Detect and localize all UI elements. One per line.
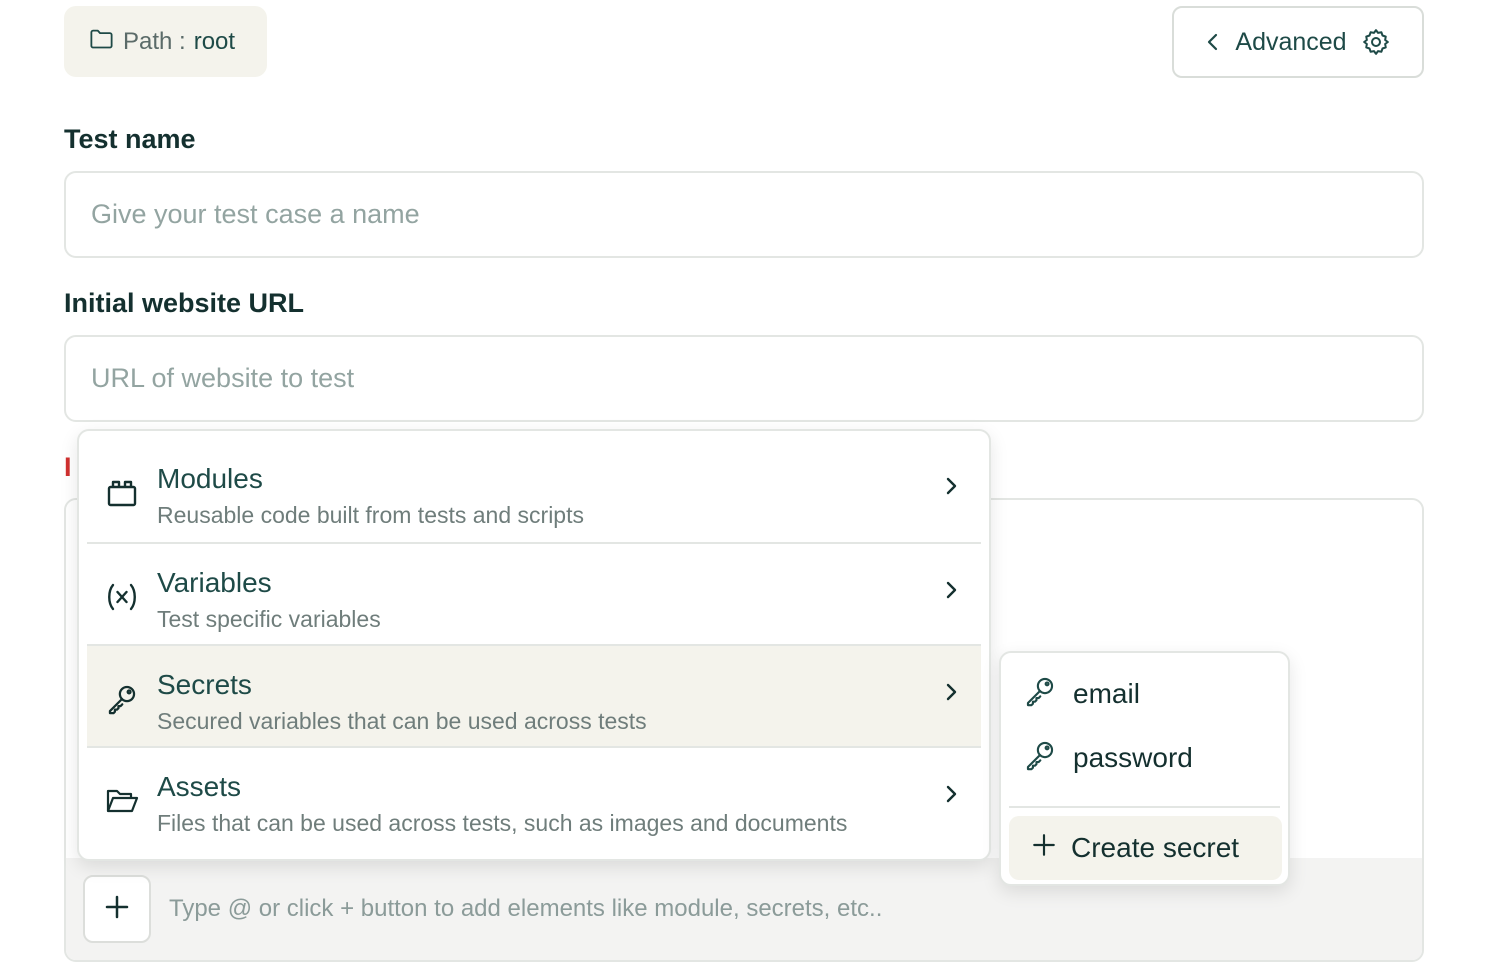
key-icon [103,680,141,718]
website-url-label: Initial website URL [64,288,305,318]
submenu-divider [1009,806,1280,808]
secret-item-label: password [1073,742,1193,773]
chevron-right-icon [943,782,959,811]
menu-item-description: Test specific variables [157,606,381,632]
chevron-right-icon [943,578,959,607]
gear-icon [1361,27,1391,57]
menu-item-title: Assets [157,771,242,802]
chevron-right-icon [943,474,959,503]
insert-menu: Modules Reusable code built from tests a… [77,429,991,861]
menu-item-assets[interactable]: Assets Files that can be used across tes… [87,746,981,848]
menu-item-title: Modules [157,463,263,494]
create-secret-label: Create secret [1071,832,1240,863]
secret-item-password[interactable]: password [1023,738,1193,778]
secret-item-email[interactable]: email [1023,674,1140,714]
path-value: root [193,27,236,55]
menu-item-variables[interactable]: Variables Test specific variables [87,542,981,644]
menu-item-description: Reusable code built from tests and scrip… [157,502,584,528]
editor-hint: Type @ or click + button to add elements… [169,895,883,922]
chevron-right-icon [943,680,959,709]
test-name-label: Test name [64,124,196,154]
chevron-left-icon [1205,31,1221,53]
menu-item-title: Secrets [157,669,252,700]
advanced-label: Advanced [1235,27,1347,56]
test-name-input[interactable] [64,171,1424,258]
secret-item-label: email [1073,678,1140,709]
key-icon [1023,674,1057,715]
advanced-button[interactable]: Advanced [1172,6,1424,78]
website-url-input[interactable] [64,335,1424,422]
create-secret-button[interactable]: Create secret [1009,816,1282,880]
path-chip[interactable]: Path : root [64,6,267,77]
variable-icon [103,578,141,616]
menu-item-description: Secured variables that can be used acros… [157,708,647,734]
plus-icon [1031,832,1057,865]
add-element-button[interactable] [83,875,151,943]
folder-open-icon [103,782,141,820]
modules-icon [103,474,141,512]
menu-item-modules[interactable]: Modules Reusable code built from tests a… [87,440,981,542]
menu-item-title: Variables [157,567,272,598]
menu-item-description: Files that can be used across tests, suc… [157,810,848,836]
secrets-submenu: email password Create secret [999,651,1290,886]
plus-icon [102,892,132,927]
path-label: Path : [123,27,186,55]
key-icon [1023,738,1057,779]
instructions-label: I [64,452,72,482]
menu-item-secrets[interactable]: Secrets Secured variables that can be us… [87,644,981,746]
folder-icon [88,25,115,59]
